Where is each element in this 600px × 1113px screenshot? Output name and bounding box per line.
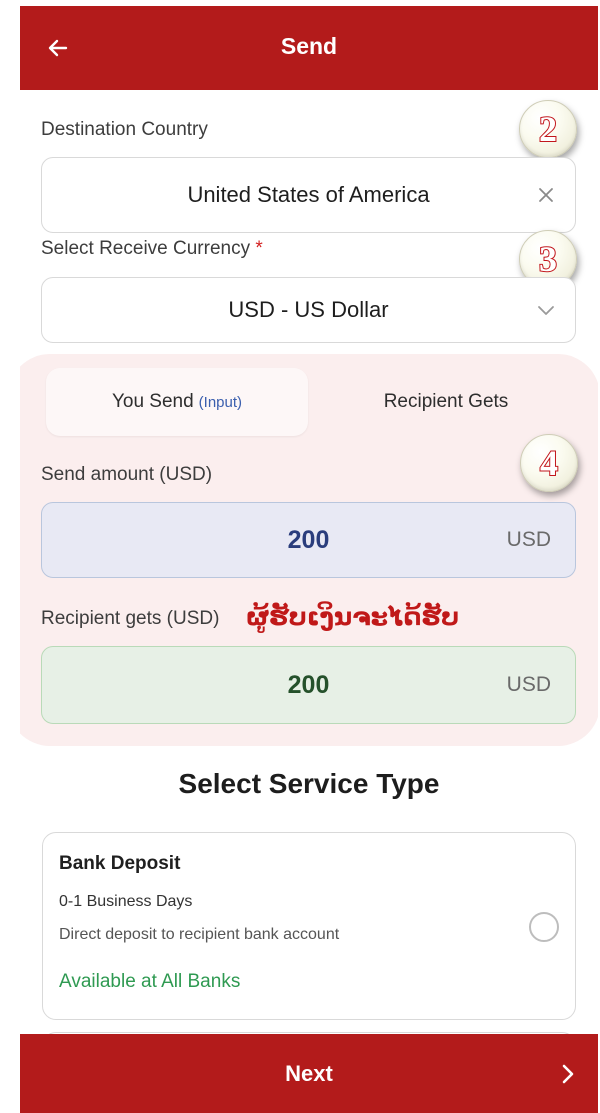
- send-amount-currency: USD: [506, 528, 551, 551]
- send-amount-input[interactable]: 200 USD: [41, 502, 576, 578]
- tab-recipient-gets-label: Recipient Gets: [383, 391, 509, 412]
- service-type-title: Select Service Type: [178, 768, 440, 799]
- step-badge-2: 2: [519, 100, 577, 158]
- amount-tabs: You Send (Input) Recipient Gets: [40, 368, 578, 436]
- service-option-days: 0-1 Business Days: [59, 893, 193, 910]
- tab-you-send[interactable]: You Send (Input): [46, 368, 308, 436]
- tab-recipient-gets[interactable]: Recipient Gets: [315, 368, 577, 436]
- destination-country-label: Destination Country: [41, 119, 208, 140]
- next-button-label: Next: [285, 1061, 333, 1086]
- recipient-amount-field[interactable]: 200 USD: [41, 646, 576, 724]
- recipient-gets-annotation: ຜູ້ຮັບເງິນຈະໄດ້ຮັບ: [246, 602, 460, 631]
- service-option-bank-deposit[interactable]: Bank Deposit 0-1 Business Days Direct de…: [42, 832, 576, 1020]
- recipient-amount-value: 200: [287, 670, 330, 699]
- step-badge-4: 4: [520, 434, 578, 492]
- tab-you-send-label: You Send: [111, 391, 194, 412]
- receive-currency-label-text: Select Receive Currency: [41, 238, 251, 259]
- destination-country-select[interactable]: United States of America: [41, 157, 576, 233]
- required-mark: *: [255, 238, 263, 259]
- service-option-description: Direct deposit to recipient bank account: [59, 926, 340, 943]
- service-option-name: Bank Deposit: [59, 853, 181, 874]
- service-option-availability: Available at All Banks: [59, 971, 241, 992]
- app-header: Send: [20, 6, 598, 90]
- send-screen: Send Destination Country 2 United States…: [20, 6, 598, 1113]
- send-amount-value: 200: [287, 525, 330, 554]
- service-option-radio[interactable]: [529, 912, 559, 942]
- chevron-down-icon: [537, 304, 555, 316]
- close-icon: [539, 188, 553, 202]
- clear-button[interactable]: [537, 186, 555, 204]
- chevron-right-icon: [562, 1064, 574, 1084]
- destination-country-value: United States of America: [187, 182, 430, 207]
- page-title: Send: [280, 33, 338, 59]
- receive-currency-value: USD - US Dollar: [228, 297, 389, 322]
- tab-input-hint: (Input): [198, 393, 243, 411]
- receive-currency-select[interactable]: USD - US Dollar: [41, 277, 576, 343]
- recipient-amount-currency: USD: [506, 673, 551, 696]
- send-amount-label: Send amount (USD): [41, 464, 213, 485]
- next-button[interactable]: Next: [20, 1034, 598, 1113]
- receive-currency-label: Select Receive Currency *: [41, 238, 263, 260]
- recipient-gets-label: Recipient gets (USD): [41, 608, 220, 629]
